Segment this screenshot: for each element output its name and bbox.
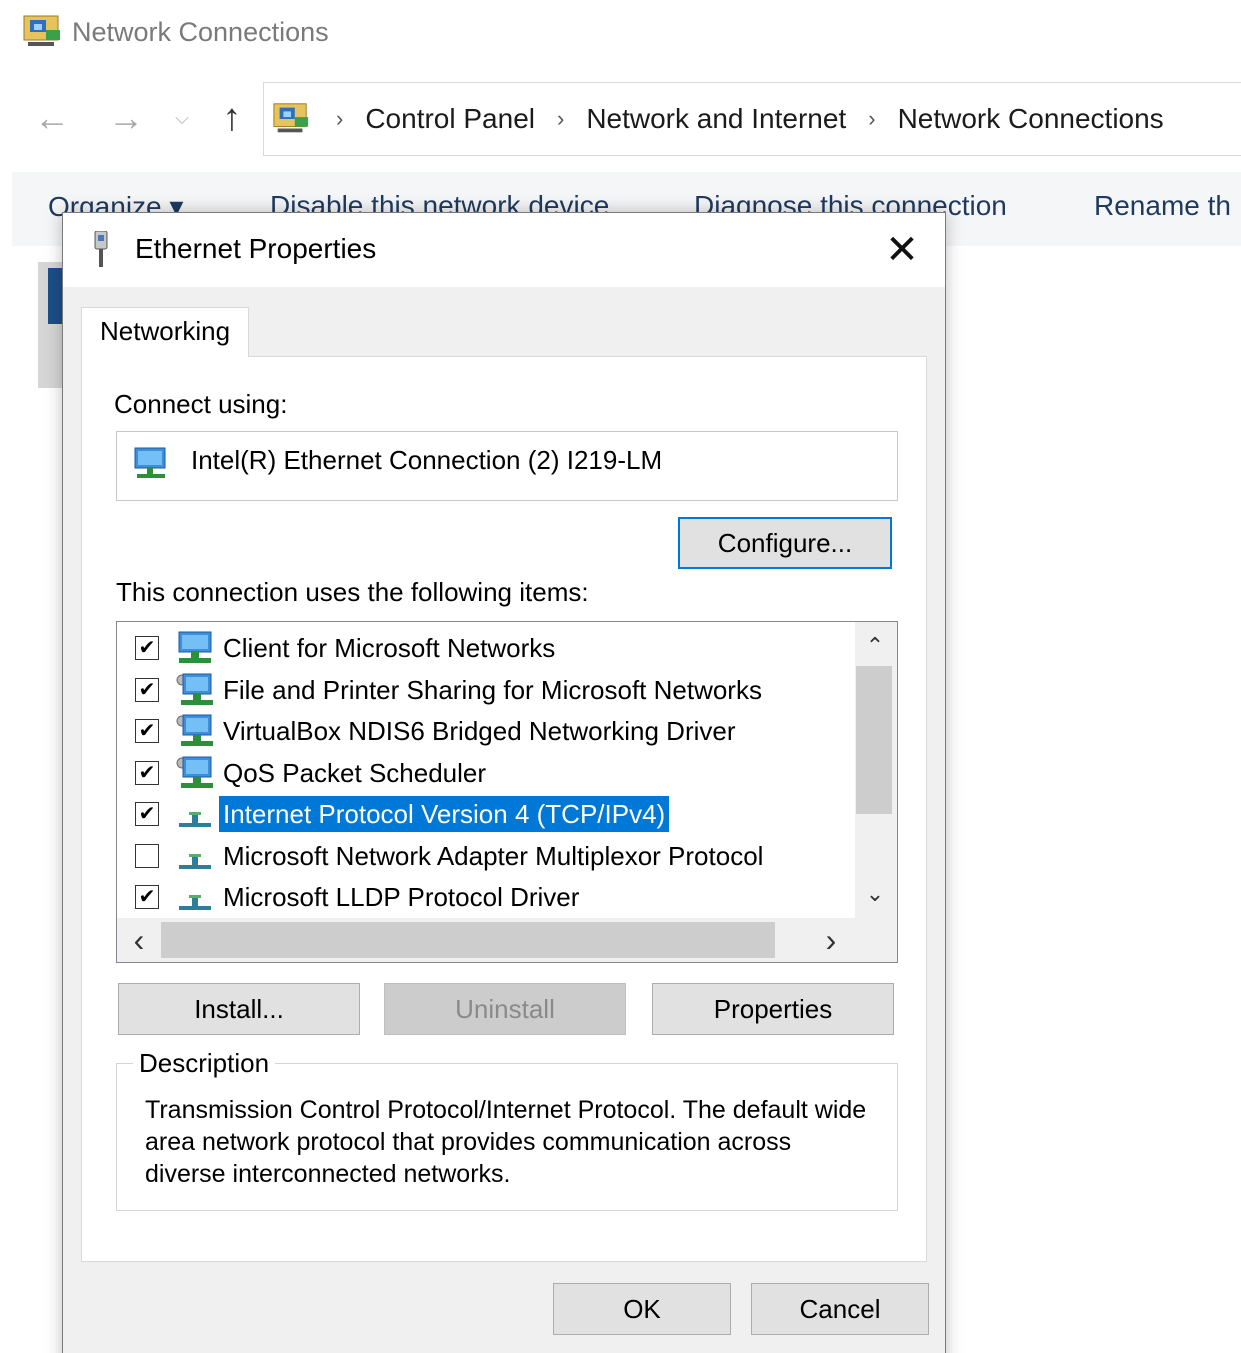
list-item-label: Internet Protocol Version 4 (TCP/IPv4) (219, 796, 670, 832)
uninstall-button[interactable]: Uninstall (384, 983, 626, 1035)
scroll-left-icon[interactable]: ‹ (119, 920, 159, 960)
breadcrumb-network-connections[interactable]: Network Connections (898, 103, 1164, 135)
scroll-right-icon[interactable]: › (811, 920, 851, 960)
description-legend: Description (133, 1048, 276, 1079)
checkbox-checked[interactable]: ✔ (135, 636, 159, 660)
address-bar[interactable]: › Control Panel › Network and Internet ›… (263, 82, 1241, 156)
scroll-down-icon[interactable]: ⌄ (855, 874, 895, 914)
breadcrumb-separator-icon[interactable]: › (535, 106, 586, 132)
list-item[interactable]: ✔ File and Printer Sharing for Microsoft … (117, 670, 853, 710)
properties-button[interactable]: Properties (652, 983, 894, 1035)
window-title: Network Connections (72, 16, 329, 47)
network-adapter-icon (134, 447, 166, 478)
close-icon[interactable]: ✕ (877, 225, 927, 275)
protocol-icon (175, 879, 215, 915)
rename-connection-button[interactable]: Rename th (1094, 190, 1231, 222)
checkbox-checked[interactable]: ✔ (135, 677, 159, 702)
list-item[interactable]: ✔ QoS Packet Scheduler (117, 753, 853, 793)
ethernet-plug-icon (94, 231, 108, 267)
list-item-label: QoS Packet Scheduler (223, 757, 487, 788)
checkbox-unchecked[interactable] (135, 843, 159, 868)
breadcrumb-separator-icon[interactable]: › (314, 106, 365, 132)
list-item-label: Microsoft Network Adapter Multiplexor Pr… (223, 840, 764, 871)
checkbox-checked[interactable]: ✔ (135, 885, 159, 909)
cancel-button[interactable]: Cancel (751, 1283, 929, 1335)
ok-button[interactable]: OK (553, 1283, 731, 1335)
adapter-name: Intel(R) Ethernet Connection (2) I219-LM (191, 445, 663, 475)
vertical-scrollbar[interactable]: ⌃ ⌄ (855, 622, 897, 918)
back-arrow-icon[interactable]: ← (30, 96, 74, 140)
window-titlebar: Network Connections (22, 10, 329, 54)
forward-arrow-icon[interactable]: → (104, 96, 148, 140)
configure-button[interactable]: Configure... (678, 517, 892, 569)
protocol-icon (175, 796, 215, 832)
tab-networking[interactable]: Networking (81, 307, 249, 357)
address-network-icon (272, 100, 310, 138)
list-item-label: Client for Microsoft Networks (223, 633, 556, 663)
protocol-icon (175, 838, 215, 874)
list-item[interactable]: ✔ Internet Protocol Version 4 (TCP/IPv4) (117, 794, 853, 834)
horizontal-scroll-thumb[interactable] (161, 922, 775, 958)
list-item-label: Microsoft LLDP Protocol Driver (223, 882, 580, 912)
recent-locations-chevron-icon[interactable]: ⌵ (160, 96, 204, 140)
checkbox-checked[interactable]: ✔ (135, 760, 159, 785)
install-button[interactable]: Install... (118, 983, 360, 1035)
breadcrumb-network-and-internet[interactable]: Network and Internet (586, 103, 846, 135)
description-group: Description Transmission Control Protoco… (116, 1048, 898, 1211)
items-label: This connection uses the following items… (116, 577, 589, 607)
checkbox-checked[interactable]: ✔ (135, 802, 159, 826)
networking-panel: Connect using: Intel(R) Ethernet Connect… (81, 356, 927, 1262)
network-service-icon (175, 755, 215, 791)
dialog-titlebar: Ethernet Properties ✕ (63, 213, 945, 287)
items-list[interactable]: ✔ Client for Microsoft Networks ✔ File and … (116, 621, 898, 963)
list-item-label: File and Printer Sharing for Microsoft N… (223, 674, 762, 705)
list-item[interactable]: Microsoft Network Adapter Multiplexor Pr… (117, 836, 853, 876)
scroll-up-icon[interactable]: ⌃ (855, 626, 895, 666)
network-connections-icon (22, 12, 62, 52)
ethernet-properties-dialog: Ethernet Properties ✕ Networking Connect… (62, 212, 946, 1353)
up-arrow-icon[interactable]: ↑ (210, 96, 254, 140)
description-text: Transmission Control Protocol/Internet P… (145, 1096, 867, 1188)
checkbox-checked[interactable]: ✔ (135, 719, 159, 743)
navigation-bar: ← → ⌵ ↑ › Control Panel › Network and In… (0, 80, 1241, 158)
list-item[interactable]: ✔ Microsoft LLDP Protocol Driver (117, 877, 853, 917)
list-item[interactable]: ✔ Client for Microsoft Networks (117, 628, 853, 668)
list-item[interactable]: ✔ VirtualBox NDIS6 Bridged Networking Dri… (117, 711, 853, 751)
breadcrumb-separator-icon[interactable]: › (846, 106, 897, 132)
network-service-icon (175, 713, 215, 749)
network-service-icon (175, 672, 215, 708)
horizontal-scrollbar[interactable]: ‹ › (117, 918, 897, 962)
list-item-label: VirtualBox NDIS6 Bridged Networking Driv… (223, 716, 736, 746)
breadcrumb-control-panel[interactable]: Control Panel (365, 103, 535, 135)
connect-using-label: Connect using: (114, 389, 288, 419)
network-client-icon (175, 630, 215, 666)
vertical-scroll-thumb[interactable] (856, 666, 892, 814)
dialog-title: Ethernet Properties (135, 233, 377, 264)
adapter-field: Intel(R) Ethernet Connection (2) I219-LM (116, 431, 898, 501)
